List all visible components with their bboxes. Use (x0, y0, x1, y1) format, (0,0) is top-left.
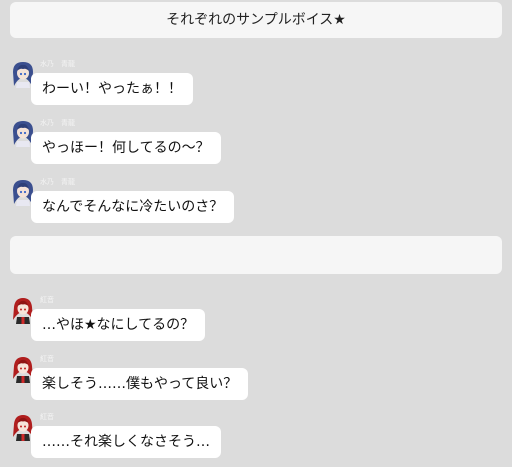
message-bubble: なんでそんなに冷たいのさ？ (31, 191, 235, 223)
message-bubble: 楽しそう……僕もやって良い？ (31, 368, 249, 400)
section-banner (10, 236, 502, 274)
speaker-name: 水乃 青龍 (40, 178, 75, 186)
speaker-name: 水乃 青龍 (40, 60, 75, 68)
message-bubble: ……それ楽しくなさそう… (31, 426, 221, 458)
title-banner: それぞれのサンプルボイス★ (10, 2, 502, 38)
speaker-name: 水乃 青龍 (40, 119, 75, 127)
message-bubble: わーい！やったぁ！！ (31, 73, 193, 105)
speaker-name: 紅音 (40, 355, 54, 363)
message-bubble: …やほ★なにしてるの？ (31, 309, 206, 341)
banner-title: それぞれのサンプルボイス★ (166, 12, 346, 28)
message-bubble: やっほー！何してるの〜？ (31, 132, 221, 164)
speaker-name: 紅音 (40, 296, 54, 304)
speaker-name: 紅音 (40, 413, 54, 421)
